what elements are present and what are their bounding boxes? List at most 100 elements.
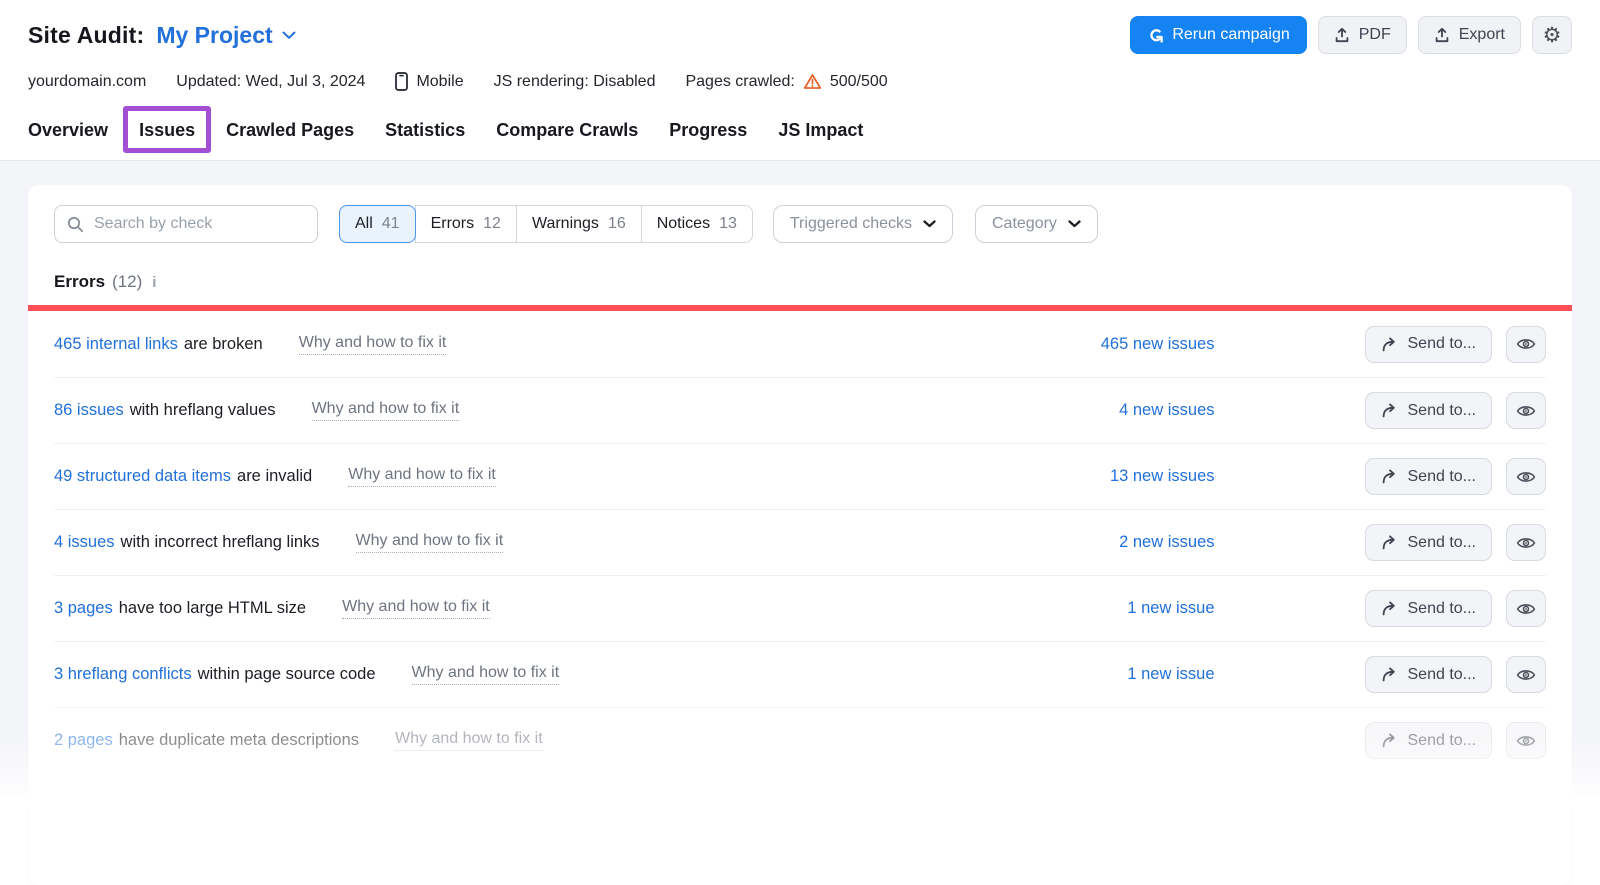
hide-issue-button[interactable] — [1506, 656, 1546, 693]
send-to-label: Send to... — [1408, 666, 1477, 684]
new-issues-link[interactable]: 13 new issues — [1110, 467, 1215, 486]
header: Site Audit: My Project ↻ Rerun campaign … — [0, 0, 1600, 91]
send-to-button[interactable]: Send to... — [1365, 458, 1493, 495]
send-to-button[interactable]: Send to... — [1365, 524, 1493, 561]
eye-icon — [1516, 470, 1536, 484]
campaign-meta-row: yourdomain.com Updated: Wed, Jul 3, 2024… — [28, 72, 1572, 91]
tab[interactable]: Crawled Pages — [226, 112, 354, 160]
issue-description: are broken — [184, 335, 263, 354]
why-how-to-fix-link[interactable]: Why and how to fix it — [395, 730, 543, 751]
forward-arrow-icon — [1381, 403, 1399, 418]
forward-arrow-icon — [1381, 667, 1399, 682]
filter-segment[interactable]: Errors 12 — [415, 205, 517, 243]
device-label: Mobile — [416, 73, 463, 91]
eye-icon — [1516, 602, 1536, 616]
new-issues-link[interactable]: 1 new issue — [1127, 599, 1214, 618]
issue-description: with incorrect hreflang links — [121, 533, 320, 552]
eye-icon — [1516, 536, 1536, 550]
forward-arrow-icon — [1381, 535, 1399, 550]
send-to-button[interactable]: Send to... — [1365, 326, 1493, 363]
send-to-button[interactable]: Send to... — [1365, 656, 1493, 693]
send-to-button[interactable]: Send to... — [1365, 722, 1493, 759]
new-issues-link[interactable]: 1 new issue — [1127, 665, 1214, 684]
tab-bar: Overview Issues Crawled Pages Statistics… — [0, 112, 1600, 161]
issue-count-link[interactable]: 3 pages — [54, 599, 113, 618]
header-actions: ↻ Rerun campaign PDF Export ⚙ — [1130, 16, 1572, 54]
hide-issue-button[interactable] — [1506, 458, 1546, 495]
search-input[interactable] — [94, 215, 305, 233]
issue-count-link[interactable]: 4 issues — [54, 533, 115, 552]
send-to-label: Send to... — [1408, 732, 1477, 750]
why-how-to-fix-link[interactable]: Why and how to fix it — [312, 400, 460, 421]
pages-crawled-value: 500/500 — [830, 73, 888, 91]
issue-count-link[interactable]: 3 hreflang conflicts — [54, 665, 192, 684]
forward-arrow-icon — [1381, 601, 1399, 616]
forward-arrow-icon — [1381, 469, 1399, 484]
hide-issue-button[interactable] — [1506, 524, 1546, 561]
issue-count-link[interactable]: 86 issues — [54, 401, 124, 420]
pdf-button[interactable]: PDF — [1318, 16, 1407, 54]
segment-count: 12 — [483, 215, 501, 233]
why-how-to-fix-link[interactable]: Why and how to fix it — [299, 334, 447, 355]
eye-icon — [1516, 337, 1536, 351]
new-issues-link[interactable]: 465 new issues — [1101, 335, 1215, 354]
category-dropdown[interactable]: Category — [975, 205, 1098, 243]
severity-filter: All 41 Errors 12 Warnings 16 — [340, 205, 753, 243]
rerun-campaign-label: Rerun campaign — [1172, 26, 1289, 44]
issue-row: 49 structured data items are invalid Why… — [54, 443, 1546, 509]
upload-icon — [1334, 27, 1350, 44]
send-to-button[interactable]: Send to... — [1365, 392, 1493, 429]
why-how-to-fix-link[interactable]: Why and how to fix it — [356, 532, 504, 553]
send-to-button[interactable]: Send to... — [1365, 590, 1493, 627]
issues-list: 465 internal links are broken Why and ho… — [54, 311, 1546, 773]
tab[interactable]: Overview — [28, 112, 108, 160]
warning-icon — [803, 73, 822, 90]
issue-count-link[interactable]: 465 internal links — [54, 335, 178, 354]
rerun-campaign-button[interactable]: ↻ Rerun campaign — [1130, 16, 1306, 54]
gear-icon: ⚙ — [1543, 25, 1562, 46]
project-selector[interactable]: My Project — [156, 22, 295, 49]
domain-label: yourdomain.com — [28, 73, 146, 91]
errors-count: (12) — [112, 272, 142, 292]
filter-segment[interactable]: Notices 13 — [641, 205, 753, 243]
device-meta: Mobile — [395, 72, 463, 91]
hide-issue-button[interactable] — [1506, 392, 1546, 429]
forward-arrow-icon — [1381, 337, 1399, 352]
hide-issue-button[interactable] — [1506, 722, 1546, 759]
search-by-check[interactable] — [54, 205, 318, 243]
issue-count-link[interactable]: 49 structured data items — [54, 467, 231, 486]
filter-segment[interactable]: Warnings 16 — [516, 205, 642, 243]
why-how-to-fix-link[interactable]: Why and how to fix it — [342, 598, 490, 619]
forward-arrow-icon — [1381, 733, 1399, 748]
segment-label: Errors — [431, 215, 475, 233]
tab[interactable]: Progress — [669, 112, 747, 160]
new-issues-link[interactable]: 2 new issues — [1119, 533, 1214, 552]
info-icon[interactable]: i — [152, 274, 156, 291]
errors-title: Errors — [54, 272, 105, 292]
send-to-label: Send to... — [1408, 534, 1477, 552]
triggered-checks-label: Triggered checks — [790, 215, 912, 233]
tab[interactable]: Compare Crawls — [496, 112, 638, 160]
refresh-icon: ↻ — [1146, 27, 1165, 43]
export-label: Export — [1459, 26, 1505, 44]
pages-crawled-meta: Pages crawled: 500/500 — [685, 73, 887, 91]
tab[interactable]: JS Impact — [778, 112, 863, 160]
settings-button[interactable]: ⚙ — [1532, 16, 1572, 54]
tab[interactable]: Statistics — [385, 112, 465, 160]
issue-count-link[interactable]: 2 pages — [54, 731, 113, 750]
tab[interactable]: Issues — [139, 112, 195, 160]
issue-row: 3 pages have too large HTML size Why and… — [54, 575, 1546, 641]
pdf-label: PDF — [1359, 26, 1391, 44]
new-issues-link[interactable]: 4 new issues — [1119, 401, 1214, 420]
filter-segment[interactable]: All 41 — [339, 205, 416, 243]
why-how-to-fix-link[interactable]: Why and how to fix it — [348, 466, 496, 487]
export-button[interactable]: Export — [1418, 16, 1521, 54]
triggered-checks-dropdown[interactable]: Triggered checks — [773, 205, 953, 243]
segment-count: 16 — [608, 215, 626, 233]
hide-issue-button[interactable] — [1506, 590, 1546, 627]
why-how-to-fix-link[interactable]: Why and how to fix it — [412, 664, 560, 685]
send-to-label: Send to... — [1408, 402, 1477, 420]
upload-icon — [1434, 27, 1450, 44]
header-top-row: Site Audit: My Project ↻ Rerun campaign … — [28, 16, 1572, 54]
hide-issue-button[interactable] — [1506, 326, 1546, 363]
